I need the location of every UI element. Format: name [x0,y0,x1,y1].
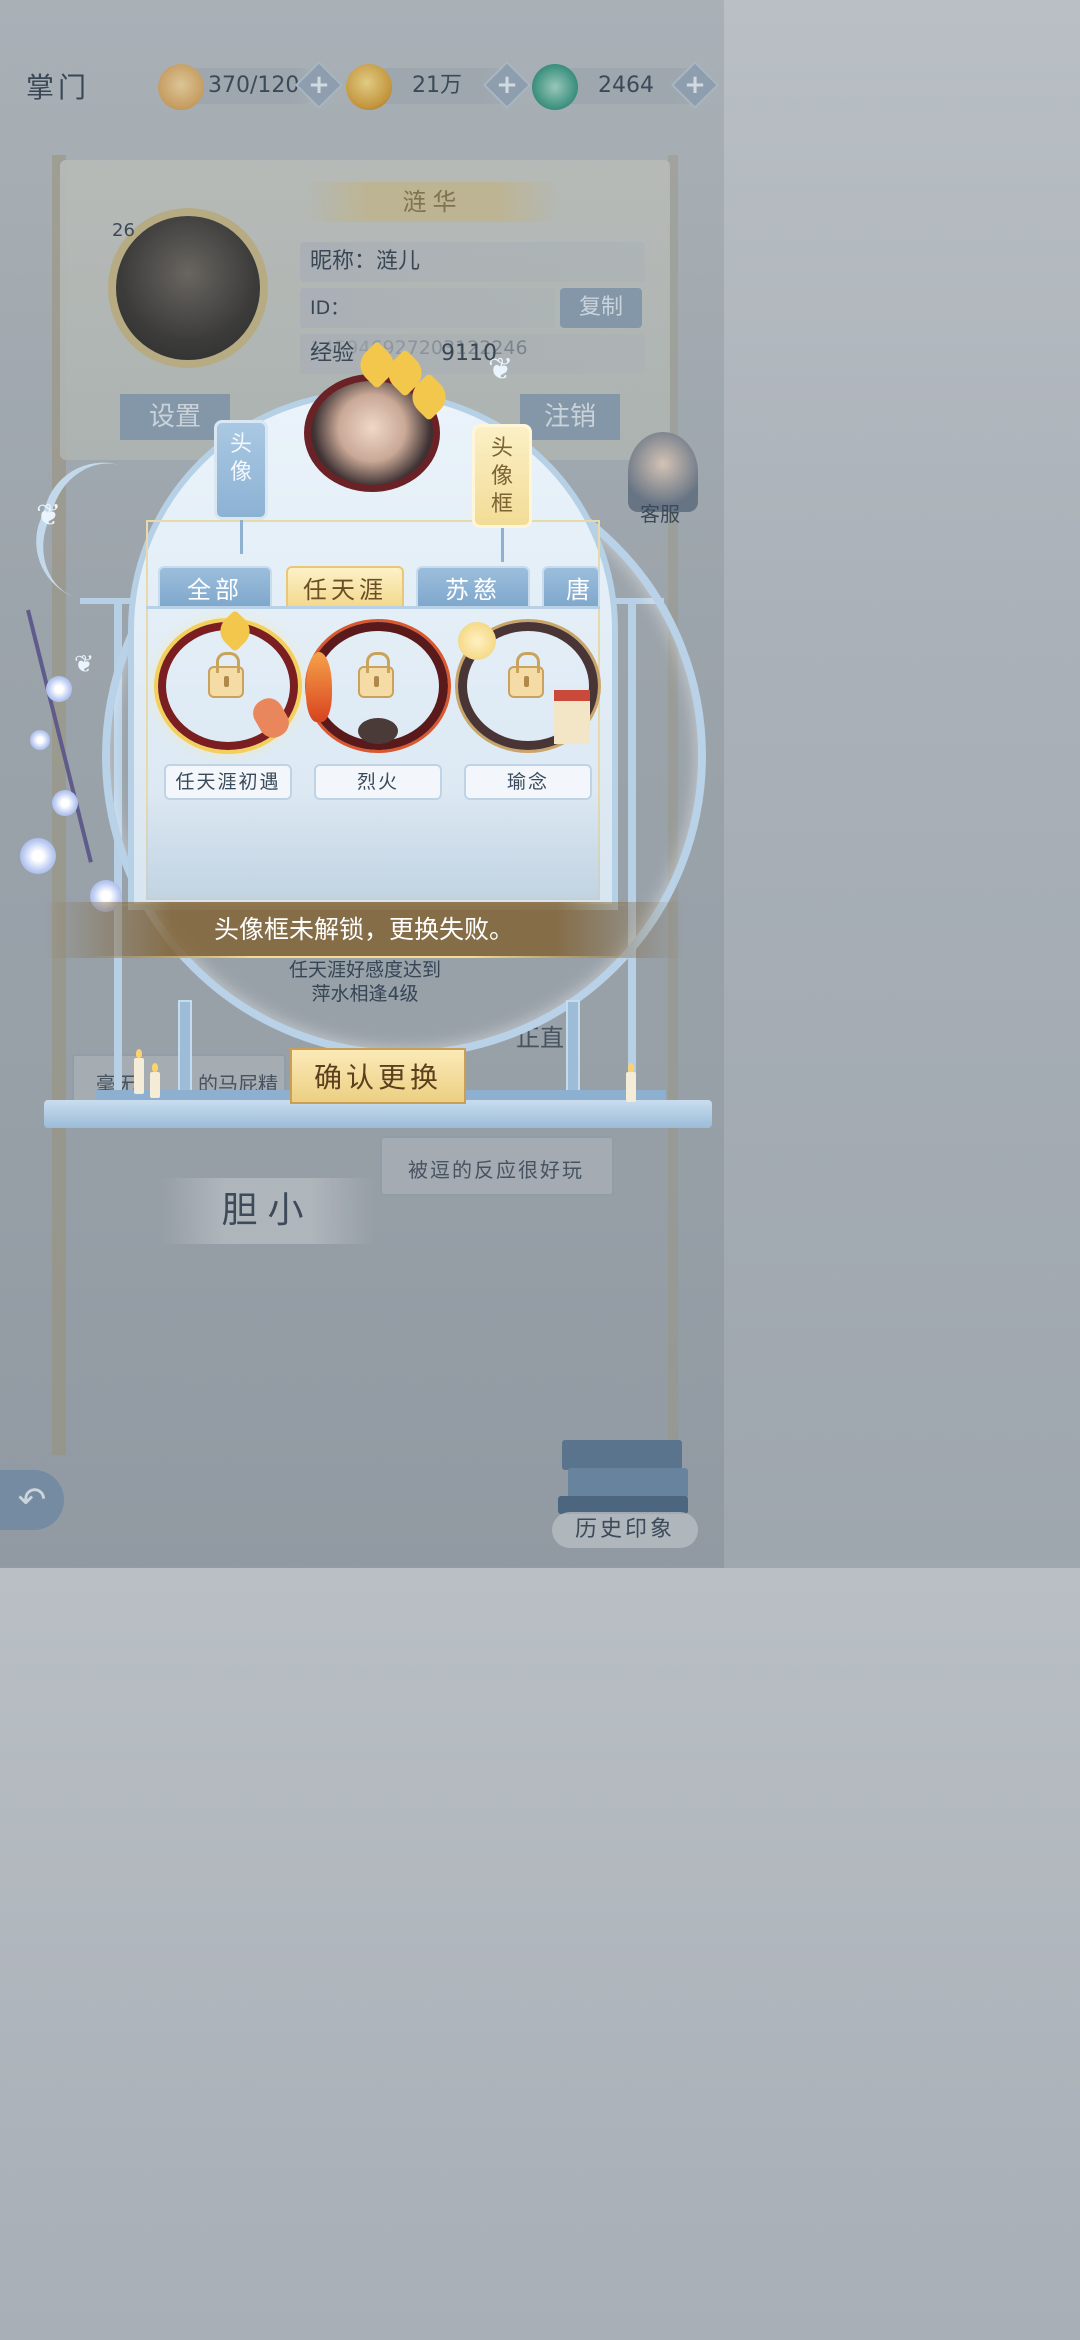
avatar-hang-tab[interactable]: 头像 [214,420,268,520]
unlock-requirement: 任天涯好感度达到 萍水相逢4级 [230,958,500,1006]
frame-label: 任天涯初遇 [164,764,292,800]
flower-icon [46,676,72,702]
flower-icon [20,838,56,874]
tab-all[interactable]: 全部 [158,566,272,608]
avatar-hang-label: 头像 [229,432,252,485]
frame-label: 瑜念 [464,764,592,800]
tassel-decoration [501,528,504,562]
candle-icon [134,1049,144,1094]
frame-hang-label: 头像框 [490,436,513,517]
flame-icon [358,718,398,744]
tab-underline [146,606,600,609]
flower-icon [52,790,78,816]
current-avatar-preview [292,340,454,496]
stand-pillar [178,1000,192,1094]
stand-pillar [566,1000,580,1094]
tab-ren-tianya[interactable]: 任天涯 [286,566,404,608]
tassel-decoration [240,520,243,554]
tab-tang[interactable]: 唐 [542,566,600,608]
moon-icon [458,622,496,660]
butterfly-icon: ❦ [36,498,62,533]
lock-icon [358,652,394,698]
flower-icon [30,730,50,750]
frame-label: 烈火 [314,764,442,800]
mist-scenery [146,790,600,900]
lock-icon [208,652,244,698]
tab-su-ci[interactable]: 苏慈 [416,566,530,608]
requirement-line-2: 萍水相逢4级 [311,983,419,1005]
unlock-fail-toast: 头像框未解锁，更换失败。 [44,902,684,958]
butterfly-icon: ❦ [488,352,514,387]
candle-icon [626,1063,636,1102]
pagoda-icon [554,690,590,744]
requirement-line-1: 任天涯好感度达到 [288,959,441,981]
flame-icon [306,652,332,722]
lock-icon [508,652,544,698]
confirm-change-button[interactable]: 确认更换 [290,1048,466,1104]
frame-hang-tab[interactable]: 头像框 [472,424,532,528]
butterfly-icon: ❦ [74,650,95,678]
candle-icon [150,1063,160,1098]
